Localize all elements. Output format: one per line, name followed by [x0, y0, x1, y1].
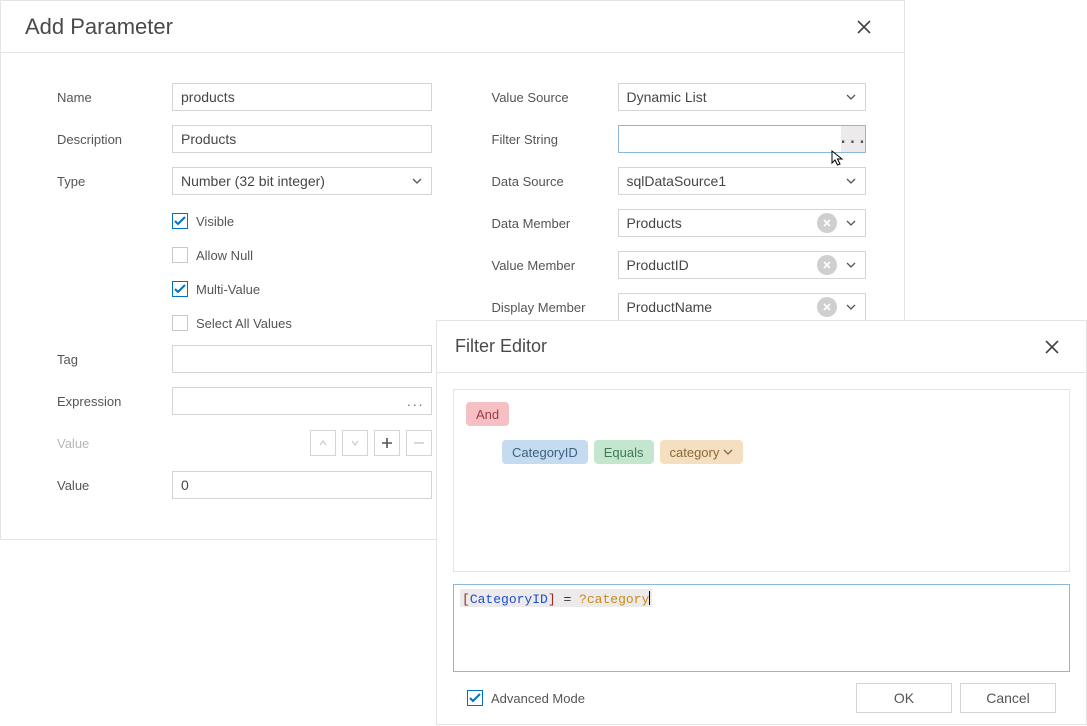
data-source-combo[interactable]: sqlDataSource1: [618, 167, 867, 195]
condition-row: CategoryID Equals category: [466, 440, 1057, 464]
value-source-value: Dynamic List: [627, 89, 842, 105]
type-label: Type: [57, 174, 172, 189]
checkbox-icon: [172, 315, 188, 331]
close-icon: [1045, 340, 1059, 354]
value-input[interactable]: [172, 471, 432, 499]
chevron-down-icon: [841, 262, 861, 268]
filter-expression-editor[interactable]: [CategoryID] = ?category: [453, 584, 1070, 672]
expression-label: Expression: [57, 394, 172, 409]
chevron-down-icon: [841, 220, 861, 226]
tok-eq: =: [556, 592, 579, 607]
advanced-mode-label: Advanced Mode: [491, 691, 585, 706]
filter-editor-body: And CategoryID Equals category [Category…: [437, 373, 1086, 672]
tok-field: CategoryID: [470, 592, 548, 607]
close-button[interactable]: [1036, 331, 1068, 363]
chevron-down-icon: [841, 178, 861, 184]
allow-null-label: Allow Null: [196, 248, 253, 263]
left-column: Name Description Type Number (32 bit int…: [57, 83, 432, 513]
value-member-combo[interactable]: ProductID: [618, 251, 867, 279]
filter-editor-footer: Advanced Mode OK Cancel: [437, 672, 1086, 724]
advanced-mode-checkbox[interactable]: Advanced Mode: [467, 686, 585, 710]
type-combo[interactable]: Number (32 bit integer): [172, 167, 432, 195]
value-spin: [310, 430, 432, 456]
dialog-title: Add Parameter: [25, 14, 848, 40]
filter-string-ellipsis-button[interactable]: ...: [841, 126, 865, 152]
close-button[interactable]: [848, 11, 880, 43]
tok-open: [: [462, 592, 470, 607]
text-cursor: [649, 591, 650, 605]
group-operator-pill[interactable]: And: [466, 402, 509, 426]
clear-button[interactable]: [817, 213, 837, 233]
close-icon: [823, 219, 831, 227]
spin-down-button[interactable]: [342, 430, 368, 456]
clear-button[interactable]: [817, 297, 837, 317]
select-all-label: Select All Values: [196, 316, 292, 331]
name-input[interactable]: [172, 83, 432, 111]
value-source-label: Value Source: [492, 90, 618, 105]
multi-value-checkbox[interactable]: Multi-Value: [172, 277, 432, 301]
chevron-down-icon: [351, 440, 359, 446]
checkbox-icon: [172, 247, 188, 263]
chevron-up-icon: [319, 440, 327, 446]
checkbox-icon: [172, 281, 188, 297]
checkbox-icon: [172, 213, 188, 229]
data-member-value: Products: [627, 215, 818, 231]
data-source-value: sqlDataSource1: [627, 173, 842, 189]
visible-label: Visible: [196, 214, 234, 229]
chevron-down-icon: [407, 178, 427, 184]
filter-editor-title: Filter Editor: [455, 336, 1036, 357]
value-label: Value: [57, 478, 172, 493]
condition-field-pill[interactable]: CategoryID: [502, 440, 588, 464]
tok-param: category: [587, 592, 649, 607]
minus-icon: [414, 438, 424, 448]
filter-string-input[interactable]: ...: [618, 125, 867, 153]
ok-button[interactable]: OK: [856, 683, 952, 713]
display-member-combo[interactable]: ProductName: [618, 293, 867, 321]
type-value: Number (32 bit integer): [181, 173, 407, 189]
data-member-combo[interactable]: Products: [618, 209, 867, 237]
visible-checkbox[interactable]: Visible: [172, 209, 432, 233]
select-all-checkbox[interactable]: Select All Values: [172, 311, 432, 335]
display-member-label: Display Member: [492, 300, 618, 315]
description-input[interactable]: [172, 125, 432, 153]
condition-value-text: category: [670, 445, 720, 460]
tag-label: Tag: [57, 352, 172, 367]
tok-qmark: ?: [579, 592, 587, 607]
name-label: Name: [57, 90, 172, 105]
description-label: Description: [57, 132, 172, 147]
display-member-value: ProductName: [627, 299, 818, 315]
spin-up-button[interactable]: [310, 430, 336, 456]
filter-editor-header: Filter Editor: [437, 321, 1086, 373]
value-source-combo[interactable]: Dynamic List: [618, 83, 867, 111]
close-icon: [823, 303, 831, 311]
filter-string-label: Filter String: [492, 132, 618, 147]
condition-operator-pill[interactable]: Equals: [594, 440, 654, 464]
cancel-button[interactable]: Cancel: [960, 683, 1056, 713]
close-icon: [857, 20, 871, 34]
tok-close: ]: [548, 592, 556, 607]
allow-null-checkbox[interactable]: Allow Null: [172, 243, 432, 267]
data-member-label: Data Member: [492, 216, 618, 231]
value-member-label: Value Member: [492, 258, 618, 273]
filter-editor-dialog: Filter Editor And CategoryID Equals cate…: [436, 320, 1087, 725]
value-member-value: ProductID: [627, 257, 818, 273]
chevron-down-icon: [841, 304, 861, 310]
tag-input[interactable]: [172, 345, 432, 373]
data-source-label: Data Source: [492, 174, 618, 189]
remove-value-button[interactable]: [406, 430, 432, 456]
condition-value-pill[interactable]: category: [660, 440, 744, 464]
plus-icon: [382, 438, 392, 448]
expression-ellipsis: ...: [407, 393, 425, 409]
clear-button[interactable]: [817, 255, 837, 275]
checkbox-icon: [467, 690, 483, 706]
expression-input[interactable]: ...: [172, 387, 432, 415]
multi-value-label: Multi-Value: [196, 282, 260, 297]
close-icon: [823, 261, 831, 269]
chevron-down-icon: [841, 94, 861, 100]
add-value-button[interactable]: [374, 430, 400, 456]
filter-tree: And CategoryID Equals category: [453, 389, 1070, 572]
chevron-down-icon: [723, 449, 733, 455]
dialog-header: Add Parameter: [1, 1, 904, 53]
value-count-label: Value: [57, 436, 172, 451]
